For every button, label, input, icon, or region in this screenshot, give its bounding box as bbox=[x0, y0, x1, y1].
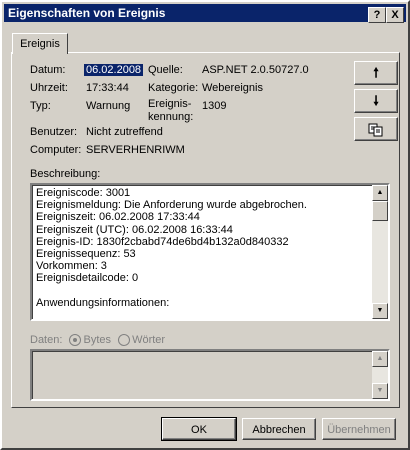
computer-label: Computer: bbox=[30, 144, 82, 156]
description-line: Vorkommen: 3 bbox=[36, 260, 107, 273]
data-scrollbar[interactable]: ▲ ▼ bbox=[372, 351, 388, 399]
description-line: Ereigniscode: 3001 bbox=[36, 187, 131, 199]
description-line: Ereignis-ID: 1830f2cbabd74de6bd4b132a0d8… bbox=[36, 235, 289, 248]
description-line bbox=[36, 285, 370, 297]
data-section: Daten: Bytes Wörter bbox=[30, 333, 165, 347]
event-properties-dialog: Eigenschaften von Ereignis ? X Ereignis … bbox=[0, 0, 410, 450]
data-scroll-down-arrow-icon[interactable]: ▼ bbox=[372, 383, 388, 399]
scroll-thumb[interactable] bbox=[372, 201, 388, 221]
description-text: Ereigniscode: 3001 Ereignismeldung: Die … bbox=[36, 187, 370, 309]
description-line: Ereignissequenz: 53 bbox=[36, 248, 136, 261]
uhrzeit-label: Uhrzeit: bbox=[30, 82, 68, 94]
tab-ereignis[interactable]: Ereignis bbox=[12, 33, 68, 54]
ok-button[interactable]: OK bbox=[161, 417, 237, 441]
copy-button[interactable] bbox=[354, 117, 398, 141]
benutzer-value: Nicht zutreffend bbox=[86, 126, 163, 138]
arrow-down-icon: 🠗 bbox=[373, 93, 379, 108]
next-event-button[interactable]: 🠗 bbox=[354, 89, 398, 113]
cancel-button[interactable]: Abbrechen bbox=[242, 418, 316, 440]
quelle-value: ASP.NET 2.0.50727.0 bbox=[202, 64, 309, 76]
description-line: Ereigniszeit (UTC): 06.02.2008 16:33:44 bbox=[36, 223, 233, 236]
description-label: Beschreibung: bbox=[30, 168, 101, 180]
kategorie-value: Webereignis bbox=[202, 82, 263, 94]
quelle-label: Quelle: bbox=[148, 64, 183, 76]
words-label: Wörter bbox=[132, 334, 166, 346]
typ-value: Warnung bbox=[86, 100, 131, 112]
kennung-label-2: kennung: bbox=[148, 111, 194, 123]
close-button[interactable]: X bbox=[386, 7, 404, 23]
datum-label: Datum: bbox=[30, 64, 66, 76]
words-radio[interactable] bbox=[118, 334, 131, 347]
arrow-up-icon: 🠕 bbox=[373, 65, 379, 80]
data-textarea[interactable]: ▲ ▼ bbox=[30, 349, 390, 401]
description-scrollbar[interactable]: ▲ ▼ bbox=[372, 185, 388, 319]
title-bar[interactable]: Eigenschaften von Ereignis ? X bbox=[4, 4, 406, 23]
description-line: Ereignismeldung: Die Anforderung wurde a… bbox=[36, 199, 307, 212]
scroll-up-arrow-icon[interactable]: ▲ bbox=[372, 185, 388, 201]
help-button[interactable]: ? bbox=[368, 7, 386, 23]
previous-event-button[interactable]: 🠕 bbox=[354, 61, 398, 85]
window-title: Eigenschaften von Ereignis bbox=[8, 6, 166, 20]
description-line: Anwendungsinformationen: bbox=[36, 296, 170, 309]
bytes-radio[interactable] bbox=[69, 334, 82, 347]
typ-label: Typ: bbox=[30, 100, 51, 112]
tab-panel: Datum: 06.02.2008 Uhrzeit: 17:33:44 Typ:… bbox=[11, 52, 400, 408]
benutzer-label: Benutzer: bbox=[30, 126, 78, 138]
kennung-value: 1309 bbox=[202, 100, 227, 112]
datum-value[interactable]: 06.02.2008 bbox=[84, 64, 144, 76]
description-line: Ereignisdetailcode: 0 bbox=[36, 272, 139, 285]
kategorie-label: Kategorie: bbox=[148, 82, 199, 94]
daten-label: Daten: bbox=[30, 334, 63, 346]
description-textarea[interactable]: Ereigniscode: 3001 Ereignismeldung: Die … bbox=[30, 183, 390, 321]
bytes-label: Bytes bbox=[83, 334, 111, 346]
data-scroll-up-arrow-icon[interactable]: ▲ bbox=[372, 351, 388, 367]
copy-icon bbox=[368, 123, 383, 137]
scroll-down-arrow-icon[interactable]: ▼ bbox=[372, 303, 388, 319]
kennung-label-1: Ereignis- bbox=[148, 98, 192, 110]
computer-value: SERVERHENRIWM bbox=[86, 144, 185, 156]
apply-button[interactable]: Übernehmen bbox=[322, 418, 396, 440]
uhrzeit-value: 17:33:44 bbox=[86, 82, 129, 94]
description-line: Ereigniszeit: 06.02.2008 17:33:44 bbox=[36, 211, 200, 224]
